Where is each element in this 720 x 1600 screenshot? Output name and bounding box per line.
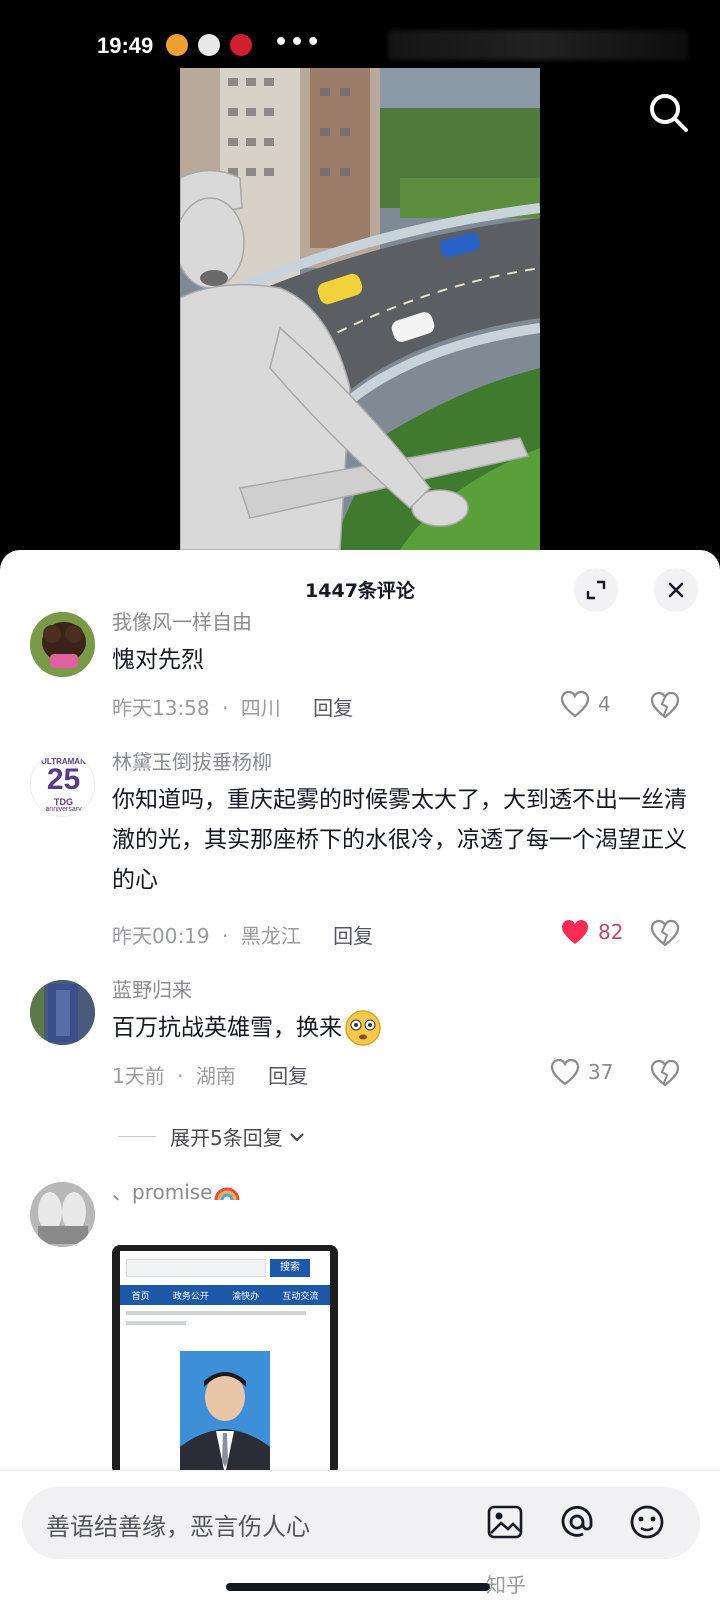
screenshot-nav-item: 渝快办 [232,1291,260,1302]
like-count: 82 [598,920,624,944]
comment-time: 昨天00:19 [112,924,210,948]
reply-button[interactable]: 回复 [333,924,373,948]
emoji-button[interactable] [626,1501,668,1543]
screenshot-page: 搜索 首页 政务公开 渝快办 互动交流 [120,1251,330,1475]
screenshot-breadcrumb [126,1311,306,1315]
like-count: 37 [588,1060,614,1084]
comment-meta: 昨天13:58 · 四川 回复 [112,692,353,721]
heart-icon [560,690,590,718]
home-indicator[interactable] [226,1583,490,1591]
comment-text: 愧对先烈 [112,647,204,673]
comment-username[interactable]: 我像风一样自由 [112,606,252,635]
avatar[interactable] [30,612,95,677]
comment-text: 百万抗战英雄雪，换来 [112,1015,342,1041]
comment-username[interactable]: 、promise [112,1176,212,1205]
comment-input[interactable]: 善语结善缘，恶言伤人心 [22,1487,700,1559]
avatar[interactable] [30,1182,95,1247]
video-caption-blurred [388,30,688,60]
comment-username[interactable]: 林黛玉倒拔垂杨柳 [112,746,272,775]
dislike-button[interactable] [650,690,680,720]
comment-meta: 昨天00:19 · 黑龙江 回复 [112,920,373,949]
comment-text: 你知道吗，重庆起雾的时候雾太大了，大到透不出一丝清澈的光，其实那座桥下的水很冷，… [112,787,687,893]
comment-time: 1天前 [112,1064,165,1088]
heart-filled-icon [562,920,588,944]
video-player[interactable] [180,68,540,550]
avatar[interactable] [30,980,95,1045]
like-count: 4 [598,692,611,716]
chevron-down-icon [289,1132,304,1142]
avatar-image [30,1182,95,1247]
comment-text-row: 百万抗战英雄雪，换来 [112,1008,382,1048]
meta-separator: · [222,924,229,948]
comment-input-placeholder: 善语结善缘，恶言伤人心 [46,1513,310,1541]
comment-username-row: 、promise [112,1176,240,1205]
like-button[interactable]: 37 [550,1058,613,1086]
comment-location: 湖南 [195,1064,236,1088]
like-button[interactable]: 4 [560,690,611,718]
reply-button[interactable]: 回复 [313,696,353,720]
comment-username[interactable]: 蓝野归来 [112,974,192,1003]
screenshot-search-box [126,1259,266,1277]
comment-sheet: 1447条评论 我像风一样自由 愧对先烈 昨天13:58 · 四川 回复 4 U… [0,550,720,1600]
video-frame-image [180,68,540,550]
expand-divider [118,1136,156,1137]
comment-meta: 1天前 · 湖南 回复 [112,1060,308,1089]
comment-location: 黑龙江 [240,924,301,948]
like-button[interactable]: 82 [560,918,623,946]
dislike-button[interactable] [650,918,680,948]
broken-heart-icon [650,919,680,947]
screenshot-breadcrumb [126,1321,186,1325]
notification-icon [198,34,220,56]
mention-button[interactable] [556,1501,598,1543]
screenshot-nav: 首页 政务公开 渝快办 互动交流 [120,1285,330,1305]
search-button[interactable] [648,92,690,134]
expand-sheet-button[interactable] [574,568,618,612]
more-notifications-icon: ••• [274,30,323,55]
broken-heart-icon [650,691,680,719]
at-mention-icon [561,1506,593,1537]
avatar[interactable]: ULTRAMAN 25 TDG anniversary [30,752,95,817]
expand-replies-button[interactable]: 展开5条回复 [118,1122,305,1151]
official-portrait [180,1351,270,1475]
expand-icon [586,580,606,600]
dislike-button[interactable] [650,1058,680,1088]
avatar-image [30,612,95,677]
image-icon [487,1505,523,1539]
screenshot-search-button: 搜索 [270,1259,310,1277]
expand-replies-label: 展开5条回复 [170,1126,283,1150]
avatar-badge-line4: anniversary [45,806,82,813]
comment-image[interactable]: 搜索 首页 政务公开 渝快办 互动交流 [112,1245,338,1475]
comment-location: 四川 [240,696,281,720]
avatar-image [30,980,95,1045]
heart-icon [550,1058,580,1086]
meta-separator: · [177,1064,184,1088]
comment-time: 昨天13:58 [112,696,210,720]
notification-icon [166,34,188,56]
close-sheet-button[interactable] [654,568,698,612]
screenshot-nav-item: 首页 [131,1291,150,1302]
image-picker-button[interactable] [484,1501,526,1543]
comment-input-bar: 善语结善缘，恶言伤人心 知乎 [0,1470,720,1600]
status-time: 19:49 [97,33,154,58]
zhihu-watermark: 知乎 [486,1573,526,1597]
reply-button[interactable]: 回复 [268,1064,308,1088]
screenshot-nav-item: 互动交流 [282,1291,319,1302]
screenshot-nav-item: 政务公开 [172,1291,209,1302]
flushed-emoji-icon [345,1010,381,1046]
emoji-icon [630,1505,664,1539]
avatar-badge-number: 25 [46,763,81,796]
broken-heart-icon [650,1059,680,1087]
notification-icon [230,34,252,56]
close-icon [668,582,684,598]
meta-separator: · [222,696,229,720]
rainbow-icon [214,1187,240,1200]
search-icon [650,94,688,132]
